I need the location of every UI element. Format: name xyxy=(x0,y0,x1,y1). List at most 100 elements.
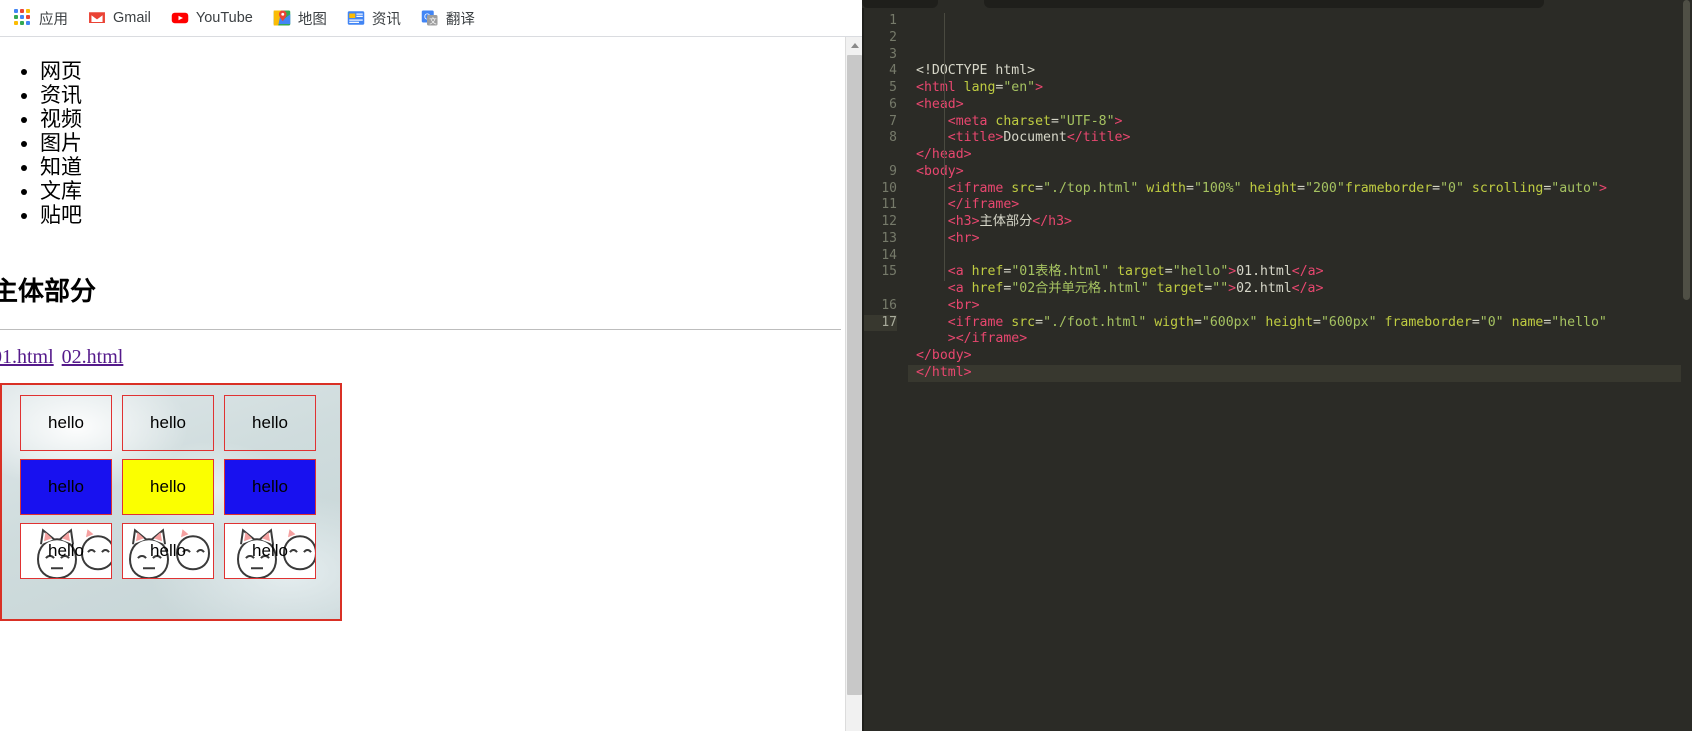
code-line[interactable]: <html lang="en"> xyxy=(908,80,1692,97)
code-line[interactable]: <a href="02合并单元格.html" target="">02.html… xyxy=(908,281,1692,298)
table-cell[interactable]: hello xyxy=(122,395,214,451)
table-cell[interactable]: hello xyxy=(20,395,112,451)
code-line[interactable]: <head> xyxy=(908,97,1692,114)
code-token: > xyxy=(1598,180,1607,196)
code-token: </title> xyxy=(1066,130,1131,146)
page-viewport: 网页 资讯 视频 图片 知道 文库 贴吧 主体部分 01.html 02.html xyxy=(0,37,862,731)
line-number: 10 xyxy=(881,180,897,196)
code-token: <iframe xyxy=(947,314,1004,330)
code-line[interactable]: <hr> xyxy=(908,231,1692,248)
bookmark-gmail[interactable]: Gmail xyxy=(78,5,161,31)
table-cell[interactable]: hello xyxy=(224,523,316,579)
code-line[interactable]: <!DOCTYPE html> xyxy=(908,63,1692,80)
code-text-area[interactable]: <!DOCTYPE html> <html lang="en"> <head> <m… xyxy=(908,8,1692,731)
code-token: <!DOCTYPE html> xyxy=(916,63,1036,79)
editor-vertical-scrollbar[interactable] xyxy=(1681,0,1692,731)
svg-text:文: 文 xyxy=(429,15,437,25)
scrollbar-thumb[interactable] xyxy=(1683,0,1690,300)
code-token: 02.html xyxy=(1236,281,1292,296)
link-02[interactable]: 02.html xyxy=(62,346,124,368)
code-line[interactable]: ></iframe> xyxy=(908,331,1692,348)
screen-root: 应用 Gmail YouTube 地图 资讯 文 翻译 • 网页 • 资讯 • … xyxy=(0,0,1692,731)
editor-tab[interactable] xyxy=(984,0,1544,8)
bookmark-news[interactable]: 资讯 xyxy=(337,4,411,33)
line-number: 14 xyxy=(881,247,897,263)
table-cell[interactable]: hello xyxy=(224,395,316,451)
code-token: height xyxy=(1257,314,1314,330)
code-editor: 1 2 3 4 5 6 7 8 9 10 11 12 13 14 15 16 17 <!DOCTYPE html… xyxy=(862,0,1692,731)
scrollbar-thumb[interactable] xyxy=(847,55,862,695)
list-item[interactable]: 图片 xyxy=(40,131,842,155)
code-token: "0" xyxy=(1440,180,1464,196)
code-token: scrolling xyxy=(1463,180,1544,196)
code-token: <head> xyxy=(916,96,964,112)
table-row: hello hello hello xyxy=(20,523,316,579)
code-token: "./top.html" xyxy=(1043,180,1139,196)
code-token: "100%" xyxy=(1193,180,1242,196)
bookmark-maps[interactable]: 地图 xyxy=(263,4,337,33)
code-token: href xyxy=(963,264,1004,280)
list-item[interactable]: 文库 xyxy=(40,179,842,203)
list-item[interactable]: 资讯 xyxy=(40,83,842,107)
page-heading: 主体部分 xyxy=(0,276,97,306)
code-token: = xyxy=(1471,314,1480,330)
code-line[interactable]: <br> xyxy=(908,298,1692,315)
code-token: = xyxy=(1432,180,1441,196)
list-item[interactable]: 贴吧 xyxy=(40,203,842,227)
bookmark-youtube[interactable]: YouTube xyxy=(161,5,263,31)
code-token: Document xyxy=(1003,130,1067,146)
code-token: > xyxy=(1035,80,1044,95)
code-token: "02合并单元格.html" xyxy=(1011,281,1149,296)
link-01[interactable]: 01.html xyxy=(0,346,54,368)
code-token: </html> xyxy=(916,364,972,380)
code-line[interactable]: <h3>主体部分</h3> xyxy=(908,214,1692,231)
code-token: </body> xyxy=(916,348,972,363)
code-token: <hr> xyxy=(947,230,980,246)
table-cell[interactable]: hello xyxy=(20,523,112,579)
code-token: <br> xyxy=(947,297,980,313)
bookmark-label: 翻译 xyxy=(445,11,475,28)
list-item[interactable]: 知道 xyxy=(40,155,842,179)
bookmark-label: YouTube xyxy=(195,10,253,26)
code-token: = xyxy=(1035,180,1044,196)
code-line[interactable]: <iframe src="./top.html" width="100%" he… xyxy=(908,181,1692,198)
code-line[interactable]: <a href="01表格.html" target="hello">01.ht… xyxy=(908,264,1692,281)
table-cell[interactable]: hello xyxy=(122,459,214,515)
code-line[interactable]: <title>Document</title> xyxy=(908,130,1692,147)
code-token: charset xyxy=(987,113,1051,129)
bookmark-apps[interactable]: 应用 xyxy=(4,4,78,33)
code-line[interactable]: </head> xyxy=(908,147,1692,164)
table-cell[interactable]: hello xyxy=(20,459,112,515)
table-cell[interactable]: hello xyxy=(224,459,316,515)
code-token: <html xyxy=(916,80,956,95)
table-row: hello hello hello xyxy=(20,395,316,451)
translate-icon: G 文 xyxy=(421,9,439,27)
maps-icon xyxy=(273,9,291,27)
table-cell[interactable]: hello xyxy=(122,523,214,579)
page-vertical-scrollbar[interactable] xyxy=(845,37,862,731)
editor-tab[interactable] xyxy=(862,0,938,8)
list-item[interactable]: 网页 xyxy=(40,59,842,83)
code-line[interactable]: <meta charset="UTF-8"> xyxy=(908,114,1692,131)
line-number: 16 xyxy=(881,297,897,313)
code-line[interactable]: <body> xyxy=(908,164,1692,181)
iframe-top: 网页 资讯 视频 图片 知道 文库 贴吧 xyxy=(0,37,842,271)
code-line[interactable]: </body> xyxy=(908,348,1692,365)
code-token: "./foot.html" xyxy=(1043,314,1147,330)
code-token: = xyxy=(1313,314,1321,330)
code-line[interactable]: <iframe src="./foot.html" wigth="600px" … xyxy=(908,315,1692,332)
line-number: 1 xyxy=(889,13,897,28)
code-line[interactable] xyxy=(908,248,1692,265)
scroll-up-arrow-icon[interactable] xyxy=(846,37,862,54)
code-line[interactable]: </html> xyxy=(908,364,1692,382)
code-line[interactable]: </iframe> xyxy=(908,197,1692,214)
line-number: 3 xyxy=(889,46,897,62)
line-number: 7 xyxy=(889,113,897,129)
code-token: = xyxy=(1051,113,1059,129)
bookmark-translate[interactable]: G 文 翻译 xyxy=(411,4,485,33)
editor-tab-bar xyxy=(862,0,1692,8)
list-item[interactable]: 视频 xyxy=(40,107,842,131)
code-token: target xyxy=(1109,264,1165,280)
